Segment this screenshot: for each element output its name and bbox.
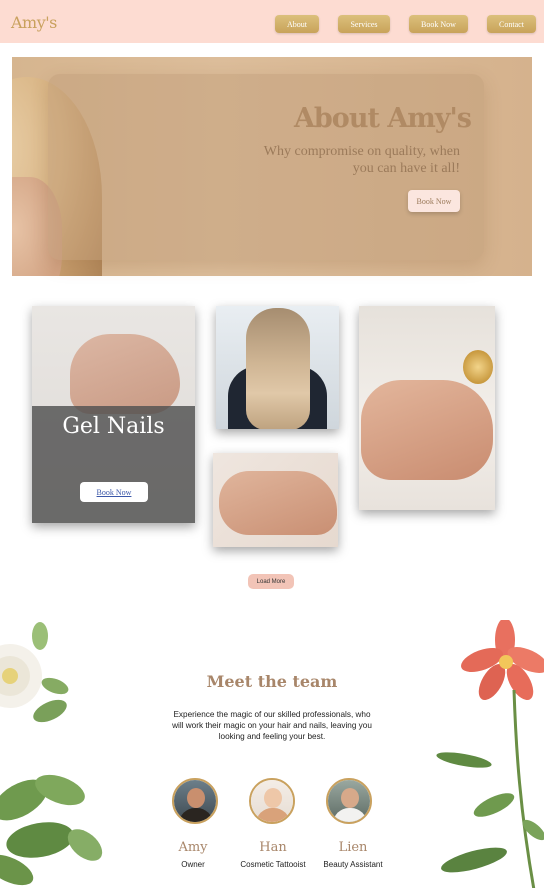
avatar-lien[interactable]	[326, 778, 372, 824]
nails-hands-image	[361, 380, 493, 480]
member-role-han: Cosmetic Tattooist	[240, 860, 306, 869]
avatar-amy[interactable]	[172, 778, 218, 824]
manicure-hand-image	[219, 471, 337, 535]
nav-about-button[interactable]: About	[275, 15, 319, 33]
member-name-amy: Amy	[178, 840, 208, 855]
member-role-lien: Beauty Assistant	[323, 860, 383, 869]
nails-fur-gallery-image[interactable]	[359, 306, 495, 510]
hair-model-hair	[246, 308, 310, 429]
green-leaves-illustration	[0, 774, 103, 886]
hero-title: About Amy's	[293, 103, 472, 134]
brand-logo[interactable]: Amy's	[11, 13, 57, 32]
team-section-title: Meet the team	[206, 672, 338, 691]
gel-nails-book-now-button[interactable]: Book Now	[80, 482, 148, 502]
nav-services-button[interactable]: Services	[338, 15, 390, 33]
member-name-lien: Lien	[338, 840, 368, 855]
hero-subtitle: Why compromise on quality, when you can …	[263, 144, 460, 176]
member-role-amy: Owner	[181, 860, 205, 869]
flower-stem-illustration	[436, 690, 544, 888]
manicure-gallery-image[interactable]	[213, 453, 338, 547]
load-more-button[interactable]: Load More	[248, 574, 294, 589]
gel-nails-title: Gel Nails	[62, 414, 165, 439]
hero-book-now-button[interactable]: Book Now	[408, 190, 460, 212]
hair-gallery-image[interactable]	[216, 306, 339, 429]
top-navigation-bar: Amy's About Services Book Now Contact	[0, 0, 544, 43]
nav-contact-button[interactable]: Contact	[487, 15, 536, 33]
gel-nails-hand-image	[70, 334, 180, 414]
candle-decoration	[463, 350, 493, 384]
avatar-han[interactable]	[249, 778, 295, 824]
nav-book-now-button[interactable]: Book Now	[409, 15, 468, 33]
team-description: Experience the magic of our skilled prof…	[172, 710, 372, 741]
member-name-han: Han	[259, 840, 287, 855]
gel-nails-card[interactable]: Gel Nails Book Now	[32, 306, 195, 523]
